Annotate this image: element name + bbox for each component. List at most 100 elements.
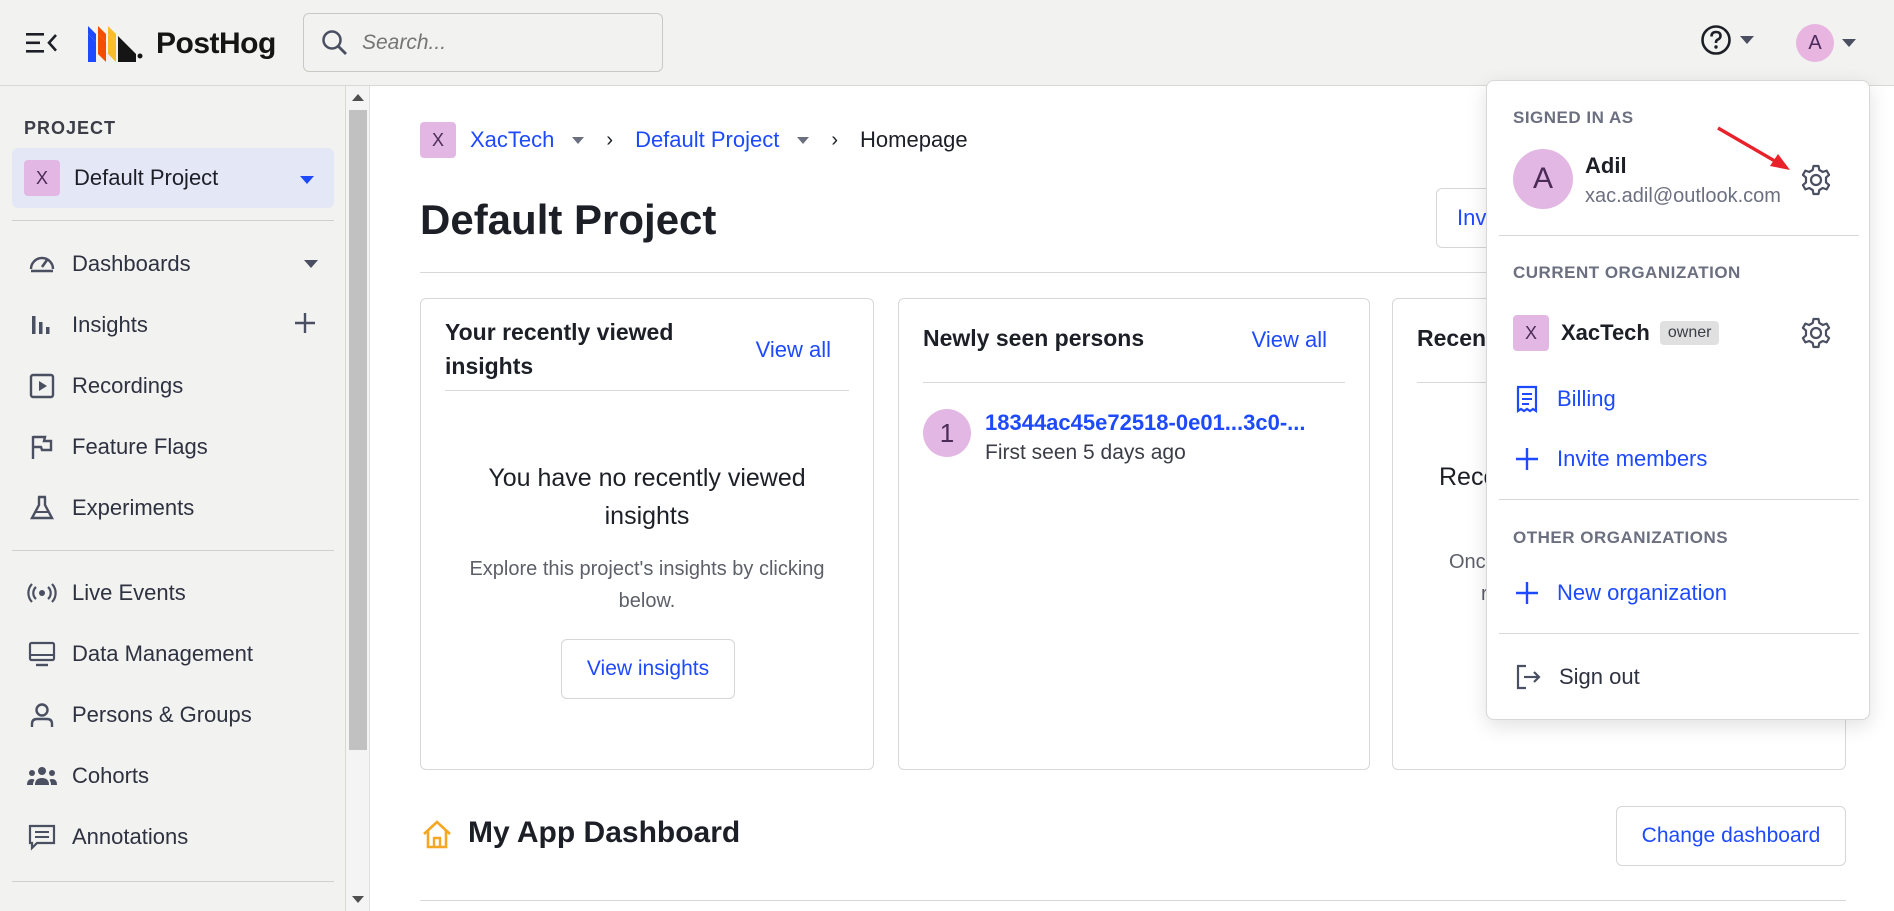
sidebar-item-label: Annotations <box>72 824 189 849</box>
flag-icon <box>26 431 58 463</box>
user-name: Adil <box>1585 153 1627 178</box>
project-switcher[interactable]: X Default Project <box>12 148 334 208</box>
dashboard-divider <box>420 900 1846 901</box>
chevron-down-icon[interactable] <box>572 136 585 144</box>
sidebar-item-label: Feature Flags <box>72 434 208 459</box>
breadcrumb-project-link[interactable]: Default Project <box>635 127 779 153</box>
billing-label: Billing <box>1557 386 1616 411</box>
user-menu-button[interactable]: A <box>1796 24 1856 62</box>
signed-in-as-title: SIGNED IN AS <box>1513 108 1634 127</box>
search-icon <box>322 29 347 55</box>
view-all-insights-link[interactable]: View all <box>756 337 831 363</box>
sign-out-icon <box>1516 664 1541 690</box>
avatar: A <box>1796 24 1834 62</box>
project-badge: X <box>24 160 60 196</box>
current-organization-title: CURRENT ORGANIZATION <box>1513 263 1741 282</box>
plus-icon <box>1516 582 1538 604</box>
user-settings-gear-icon[interactable] <box>1799 163 1833 202</box>
org-name: XacTech <box>1561 320 1650 345</box>
dashboard-title: My App Dashboard <box>468 816 741 849</box>
insights-icon <box>26 309 58 341</box>
sidebar-item-experiments[interactable]: Experiments <box>12 480 334 536</box>
recent-insights-card: Your recently viewed insights View all Y… <box>420 298 874 770</box>
dropdown-divider <box>1499 499 1859 500</box>
monitor-icon <box>26 638 58 670</box>
avatar: 1 <box>923 409 971 457</box>
invite-members-link[interactable]: Invite members <box>1513 439 1707 479</box>
sidebar-item-label: Experiments <box>72 495 195 520</box>
change-dashboard-button[interactable]: Change dashboard <box>1616 806 1846 866</box>
sidebar-divider <box>12 550 334 551</box>
sidebar-item-label: Live Events <box>72 580 186 605</box>
new-organization-label: New organization <box>1557 580 1727 605</box>
app-name: PostHog <box>156 27 276 60</box>
help-icon <box>1701 25 1731 55</box>
sidebar: PROJECT X Default Project Dashboards Ins… <box>0 86 346 911</box>
breadcrumb-current: Homepage <box>860 127 968 152</box>
breadcrumb-org-link[interactable]: XacTech <box>470 127 554 153</box>
breadcrumb-separator: › <box>606 128 614 151</box>
person-icon <box>26 699 58 731</box>
sidebar-item-label: Data Management <box>72 641 253 666</box>
hedgehog-logo-icon <box>88 26 143 62</box>
sidebar-item-label: Insights <box>72 312 148 337</box>
sidebar-item-persons-groups[interactable]: Persons & Groups <box>12 687 334 743</box>
card-header: Your recently viewed insights View all <box>445 315 849 391</box>
top-bar: PostHog A <box>0 0 1894 86</box>
home-icon <box>420 818 454 857</box>
flask-icon <box>26 492 58 524</box>
sidebar-item-data-management[interactable]: Data Management <box>12 626 334 682</box>
sidebar-item-insights[interactable]: Insights <box>12 297 334 353</box>
sidebar-section-title: PROJECT <box>24 118 117 138</box>
dropdown-divider <box>1499 235 1859 236</box>
live-events-icon <box>26 577 58 609</box>
page-title: Default Project <box>420 196 717 243</box>
search-box[interactable] <box>303 13 663 72</box>
project-name: Default Project <box>74 165 219 190</box>
sidebar-scrollbar[interactable] <box>346 86 370 911</box>
scroll-up-arrow[interactable] <box>352 94 364 101</box>
sidebar-item-live-events[interactable]: Live Events <box>12 565 334 621</box>
menu-toggle-icon[interactable] <box>24 28 60 58</box>
billing-link[interactable]: Billing <box>1513 379 1616 419</box>
plus-icon[interactable] <box>292 310 318 341</box>
sidebar-divider <box>12 881 334 882</box>
new-organization-link[interactable]: New organization <box>1513 573 1727 613</box>
person-id-link[interactable]: 18344ac45e72518-0e01...3c0-... <box>985 409 1306 437</box>
dropdown-divider <box>1499 633 1859 634</box>
sidebar-item-label: Cohorts <box>72 763 150 788</box>
scroll-down-arrow[interactable] <box>352 896 364 903</box>
person-info: 18344ac45e72518-0e01...3c0-... First see… <box>971 409 1306 465</box>
sidebar-item-recordings[interactable]: Recordings <box>12 358 334 414</box>
recordings-icon <box>26 370 58 402</box>
scroll-thumb[interactable] <box>349 110 367 750</box>
chevron-down-icon[interactable] <box>304 260 318 268</box>
chevron-down-icon[interactable] <box>797 136 810 144</box>
sign-out-label: Sign out <box>1559 664 1640 689</box>
empty-state-description: Explore this project's insights by click… <box>469 558 825 612</box>
sidebar-divider <box>12 220 334 221</box>
other-organizations-title: OTHER ORGANIZATIONS <box>1513 528 1729 547</box>
sidebar-item-cohorts[interactable]: Cohorts <box>12 748 334 804</box>
posthog-logo[interactable]: PostHog <box>88 24 276 64</box>
sidebar-item-feature-flags[interactable]: Feature Flags <box>12 419 334 475</box>
sign-out-button[interactable]: Sign out <box>1513 657 1640 697</box>
sidebar-item-label: Recordings <box>72 373 184 398</box>
search-input[interactable] <box>362 30 632 55</box>
dashboard-icon <box>26 248 58 280</box>
card-title: Your recently viewed insights <box>445 319 674 379</box>
org-settings-gear-icon[interactable] <box>1799 316 1833 355</box>
sidebar-item-annotations[interactable]: Annotations <box>12 809 334 865</box>
list-item[interactable]: 1 18344ac45e72518-0e01...3c0-... First s… <box>923 409 1306 465</box>
org-badge: X <box>1513 315 1549 351</box>
breadcrumb: X XacTech › Default Project › Homepage <box>420 122 968 158</box>
help-menu-button[interactable] <box>1700 24 1754 56</box>
view-insights-button[interactable]: View insights <box>561 639 735 699</box>
view-all-persons-link[interactable]: View all <box>1252 327 1327 353</box>
chevron-down-icon <box>1740 36 1754 44</box>
sidebar-item-label: Persons & Groups <box>72 702 252 727</box>
card-title: Newly seen persons <box>923 325 1145 351</box>
sidebar-item-dashboards[interactable]: Dashboards <box>12 236 334 292</box>
cohorts-icon <box>26 760 58 792</box>
person-first-seen: First seen 5 days ago <box>985 441 1186 464</box>
